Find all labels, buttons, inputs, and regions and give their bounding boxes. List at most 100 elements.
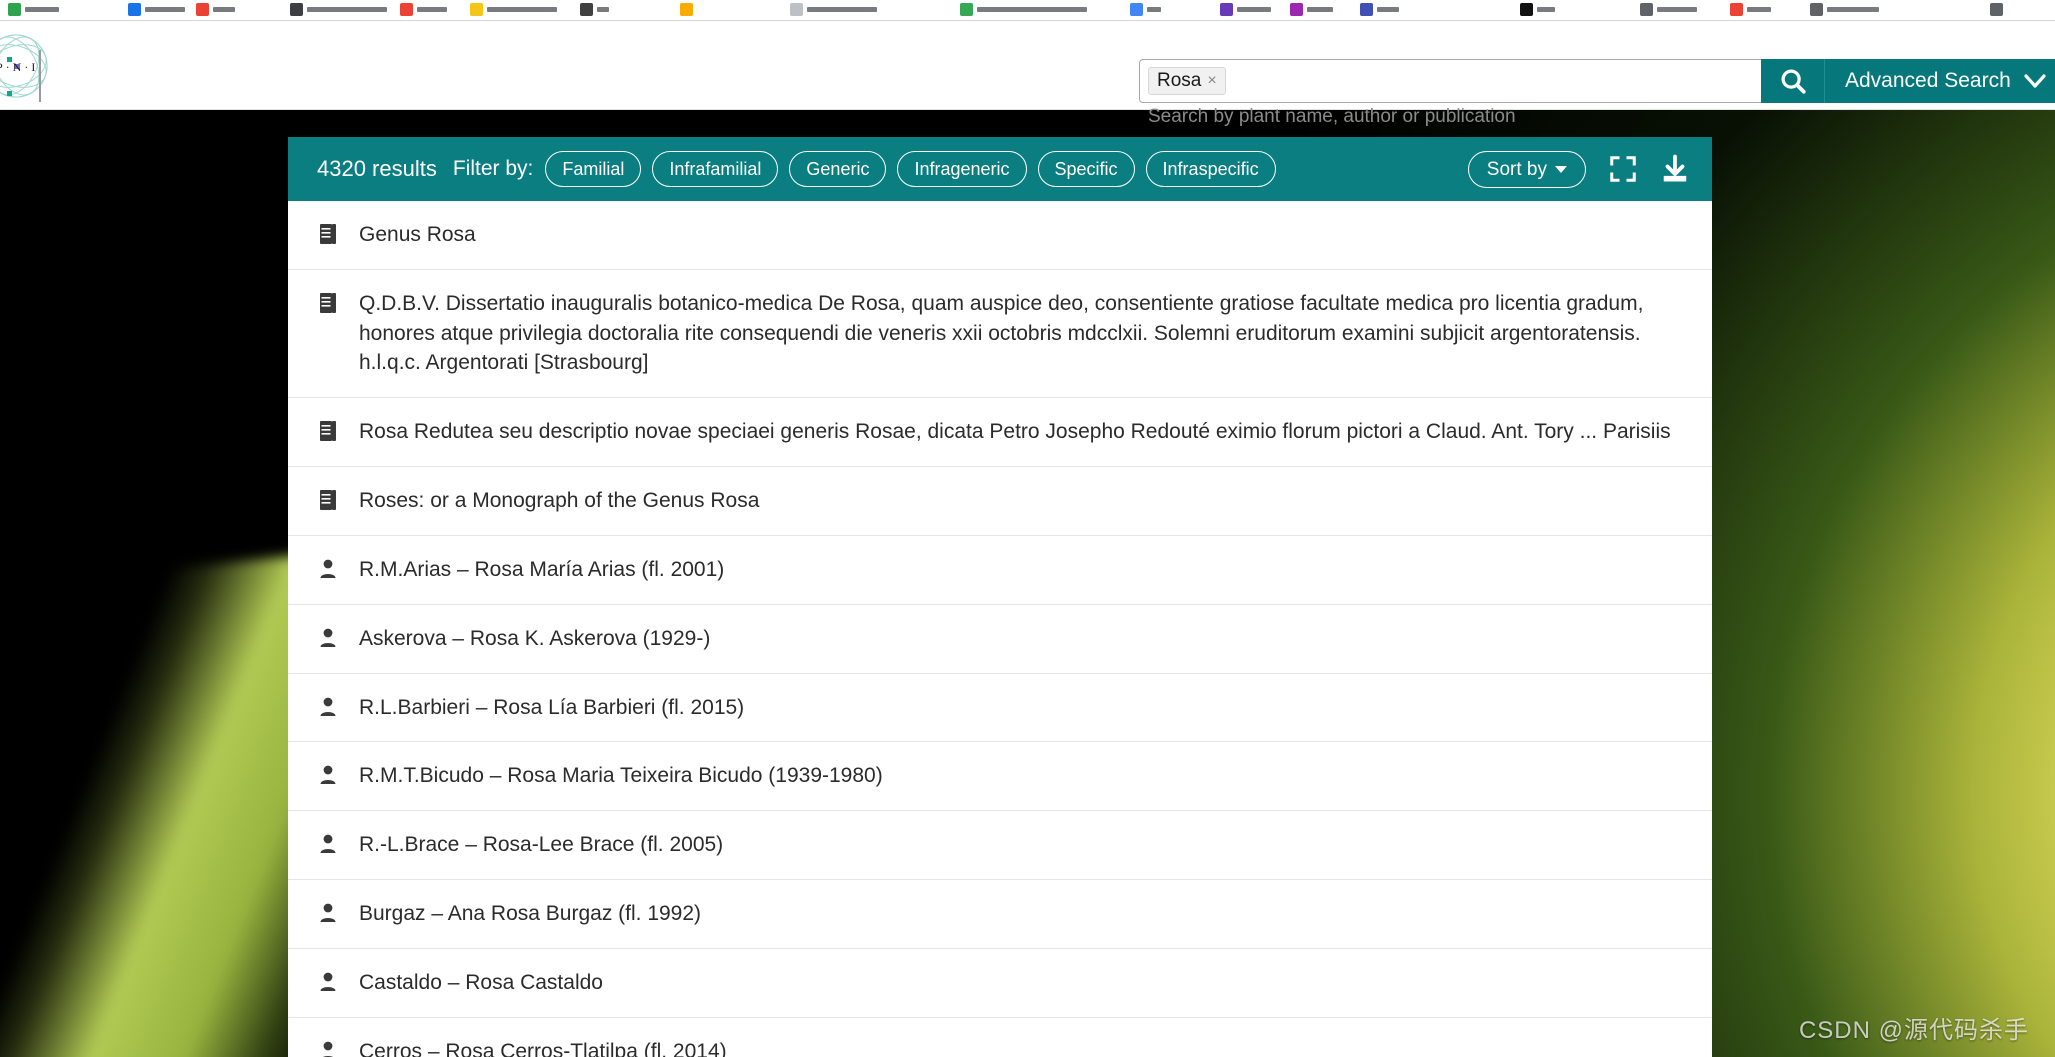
result-label: Genus Rosa [359,223,476,246]
filter-pill-infrafamilial[interactable]: Infrafamilial [652,151,779,187]
search-token-rosa[interactable]: Rosa × [1148,67,1226,95]
bookmark-label [487,7,557,12]
bookmark-label [1307,7,1333,12]
bookmark-item[interactable] [790,3,877,16]
search-hint-text: Search by plant name, author or publicat… [1148,106,1516,127]
watermark-text: CSDN @源代码杀手 [1798,1017,2029,1044]
bookmark-item[interactable] [128,3,185,16]
filter-pill-infraspecific[interactable]: Infraspecific [1145,151,1276,187]
result-label: Cerros – Rosa Cerros-Tlatilpa (fl. 2014) [359,1039,727,1057]
results-list: Genus Rosa Q.D.B.V. Dissertatio inaugura… [288,201,1712,1057]
table-row[interactable]: Rosa Redutea seu descriptio novae specia… [288,398,1712,468]
bookmark-item[interactable] [1640,3,1697,16]
bookmark-item[interactable] [70,3,83,16]
bookmark-label [1657,7,1697,12]
bookmark-favicon-icon [1640,3,1653,16]
bookmark-label [977,7,1087,12]
author-icon [317,624,339,649]
bookmark-item[interactable] [680,3,693,16]
bookmark-item[interactable] [8,3,59,16]
bookmark-item[interactable] [1990,3,2003,16]
advanced-search-label: Advanced Search [1845,69,2011,92]
table-row[interactable]: Askerova – Rosa K. Askerova (1929-) [288,604,1712,674]
author-icon [317,761,339,786]
table-row[interactable]: Burgaz – Ana Rosa Burgaz (fl. 1992) [288,879,1712,949]
filter-by-label: Filter by: [452,157,534,180]
bookmark-item[interactable] [290,3,387,16]
download-button[interactable] [1660,154,1690,184]
bookmark-favicon-icon [1130,3,1143,16]
bookmark-favicon-icon [8,3,21,16]
author-icon [317,693,339,718]
bookmark-favicon-icon [400,3,413,16]
bookmark-label [307,7,387,12]
bookmark-label [417,7,447,12]
bookmark-item[interactable] [960,3,1087,16]
table-row[interactable]: Roses: or a Monograph of the Genus Rosa [288,467,1712,536]
bookmark-favicon-icon [1360,3,1373,16]
result-label: R.L.Barbieri – Rosa Lía Barbieri (fl. 20… [359,695,745,719]
bookmark-label [1827,7,1879,12]
results-count: 4320 results [317,156,437,181]
result-label: Q.D.B.V. Dissertatio inauguralis botanic… [359,291,1644,375]
bookmark-favicon-icon [470,3,483,16]
table-row[interactable]: Castaldo – Rosa Castaldo [288,948,1712,1018]
publication-icon [317,417,339,442]
bookmark-label [1747,7,1771,12]
bookmark-favicon-icon [740,3,753,16]
browser-bookmarks-bar[interactable] [0,0,2055,21]
advanced-search-button[interactable]: Advanced Search [1824,59,2055,103]
bookmark-label [807,7,877,12]
publication-icon [317,289,339,314]
author-icon [317,555,339,580]
bookmark-favicon-icon [70,3,83,16]
close-icon[interactable]: × [1207,72,1216,89]
bookmark-favicon-icon [128,3,141,16]
bookmark-item[interactable] [196,3,235,16]
bookmark-item[interactable] [1810,3,1879,16]
bookmark-item[interactable] [1290,3,1333,16]
bookmark-item[interactable] [1730,3,1771,16]
filter-pill-generic[interactable]: Generic [789,151,887,187]
bookmark-item[interactable] [1130,3,1161,16]
fullscreen-button[interactable] [1608,154,1638,184]
table-row[interactable]: R.-L.Brace – Rosa-Lee Brace (fl. 2005) [288,811,1712,880]
table-row[interactable]: R.M.T.Bicudo – Rosa Maria Teixeira Bicud… [288,742,1712,812]
search-button[interactable] [1761,59,1824,103]
filter-pill-infrageneric[interactable]: Infrageneric [897,151,1027,187]
table-row[interactable]: Cerros – Rosa Cerros-Tlatilpa (fl. 2014) [288,1017,1712,1057]
bookmark-item[interactable] [580,3,609,16]
publication-icon [317,220,339,245]
site-header: P·N·I Rosa × Advanced Search Search by p… [0,21,2055,127]
search-token-label: Rosa [1157,70,1202,91]
sort-by-button[interactable]: Sort by [1467,150,1586,188]
result-label: R.M.Arias – Rosa María Arias (fl. 2001) [359,557,725,581]
bookmark-item[interactable] [740,3,753,16]
table-row[interactable]: R.M.Arias – Rosa María Arias (fl. 2001) [288,535,1712,605]
bookmark-item[interactable] [1360,3,1399,16]
caret-down-icon [1555,165,1567,173]
table-row[interactable]: Q.D.B.V. Dissertatio inauguralis botanic… [288,269,1712,399]
ipni-logo[interactable]: P·N·I [0,29,74,103]
page-root: P·N·I Rosa × Advanced Search Search by p… [0,0,2055,1057]
bookmark-favicon-icon [680,3,693,16]
bookmark-label [213,7,235,12]
result-label: R.-L.Brace – Rosa-Lee Brace (fl. 2005) [359,833,724,857]
bookmark-item[interactable] [400,3,447,16]
table-row[interactable]: Genus Rosa [288,201,1712,270]
table-row[interactable]: R.L.Barbieri – Rosa Lía Barbieri (fl. 20… [288,673,1712,743]
filter-pill-familial[interactable]: Familial [545,151,642,187]
result-label: Roses: or a Monograph of the Genus Rosa [359,489,760,513]
bookmark-item[interactable] [1220,3,1271,16]
author-icon [317,899,339,924]
bookmark-label [25,7,59,12]
filter-pill-specific[interactable]: Specific [1037,151,1135,187]
bookmark-label [1377,7,1399,12]
bookmark-item[interactable] [470,3,557,16]
bookmark-favicon-icon [1730,3,1743,16]
bookmark-item[interactable] [1520,3,1555,16]
bookmark-favicon-icon [196,3,209,16]
author-icon [317,1037,339,1057]
search-input[interactable]: Rosa × [1139,59,1761,103]
bookmark-label [597,7,609,12]
